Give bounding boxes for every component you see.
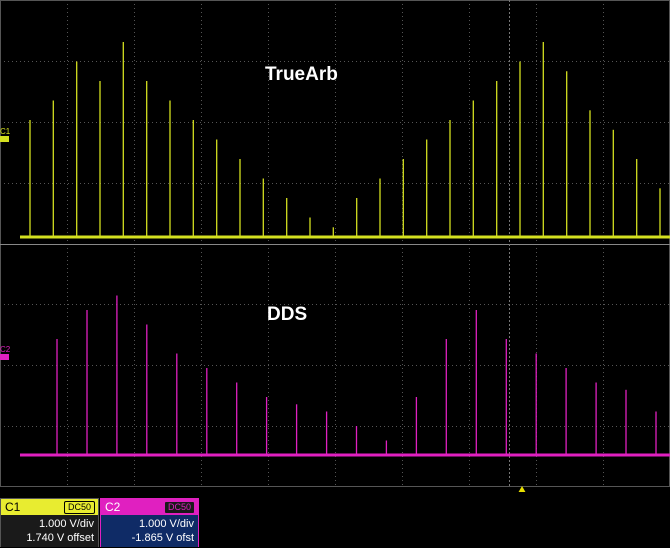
ch1-level-marker[interactable]: C1 <box>0 127 11 142</box>
ch1-trace <box>20 42 670 239</box>
c1-header: C1 DC50 <box>1 499 98 515</box>
c1-offset: 1.740 V offset <box>26 532 94 544</box>
trace2-label: DDS <box>267 304 307 325</box>
channel-panel-bar: C1 DC50 1.000 V/div 1.740 V offset C2 DC… <box>0 492 670 548</box>
ch2-trace <box>20 295 670 457</box>
waveform-screen[interactable]: TrueArb DDS C1 C2 <box>0 0 670 490</box>
ch2-level-marker[interactable]: C2 <box>0 345 11 360</box>
oscilloscope-display: TrueArb DDS C1 C2 C1 DC50 1.000 V/div 1.… <box>0 0 670 548</box>
c2-name: C2 <box>105 500 121 514</box>
c2-header: C2 DC50 <box>101 499 198 515</box>
c1-descriptor[interactable]: C1 DC50 1.000 V/div 1.740 V offset <box>0 498 99 547</box>
c1-coupling-badge: DC50 <box>63 501 95 514</box>
c2-descriptor[interactable]: C2 DC50 1.000 V/div -1.865 V ofst <box>100 498 199 547</box>
c1-name: C1 <box>5 500 21 514</box>
c2-body: 1.000 V/div -1.865 V ofst <box>101 515 198 547</box>
ch2-marker-text: C2 <box>0 345 11 354</box>
c1-body: 1.000 V/div 1.740 V offset <box>1 515 98 547</box>
c2-offset: -1.865 V ofst <box>131 532 194 544</box>
ch1-marker-text: C1 <box>0 127 11 136</box>
c2-coupling-badge: DC50 <box>163 501 195 514</box>
c2-scale: 1.000 V/div <box>138 518 194 530</box>
trace1-label: TrueArb <box>265 64 338 85</box>
c1-scale: 1.000 V/div <box>38 518 94 530</box>
